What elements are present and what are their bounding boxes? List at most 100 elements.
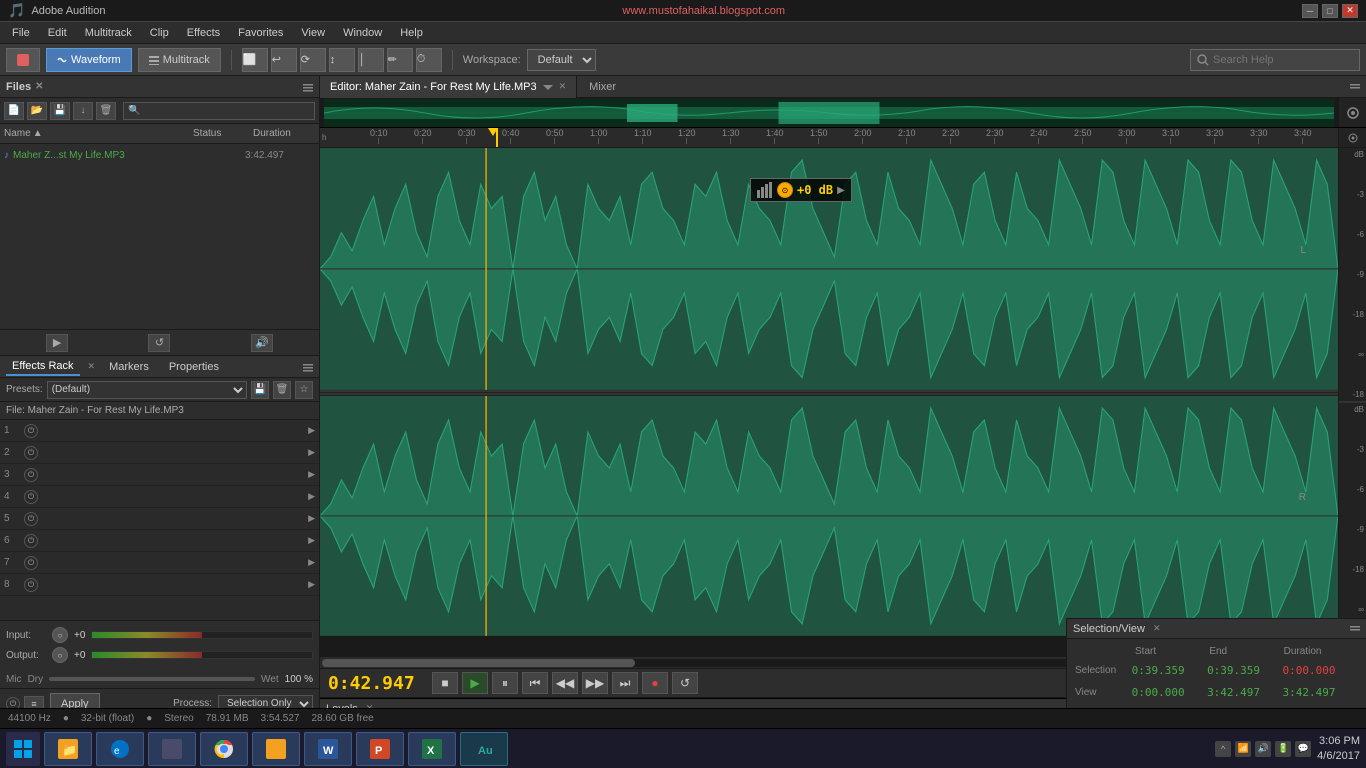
favorite-preset-button[interactable]: ☆ (295, 381, 313, 399)
minimize-button[interactable]: ─ (1302, 4, 1318, 18)
tray-icon-battery[interactable]: 🔋 (1275, 741, 1291, 757)
selection-view-tab[interactable]: Selection/View (1073, 623, 1145, 635)
tool-btn-3[interactable]: ⟳ (300, 48, 326, 72)
tool-btn-1[interactable]: ⬜ (242, 48, 268, 72)
pause-button[interactable]: ⏸ (492, 672, 518, 694)
editor-tab[interactable]: Editor: Maher Zain - For Rest My Life.MP… (320, 76, 577, 98)
menu-favorites[interactable]: Favorites (230, 25, 291, 41)
tray-icon-1[interactable]: ^ (1215, 741, 1231, 757)
editor-tab-close[interactable]: ✕ (559, 81, 567, 92)
files-search-input[interactable] (123, 102, 315, 120)
slot-expand-3[interactable]: ▶ (308, 469, 315, 480)
sv-view-start[interactable]: 0:00.000 (1132, 686, 1207, 699)
taskbar-ie[interactable]: e (96, 732, 144, 766)
play-button[interactable]: ▶ (462, 672, 488, 694)
waveform-channel-right[interactable]: R (320, 396, 1338, 636)
tool-btn-2[interactable]: ↩ (271, 48, 297, 72)
menu-window[interactable]: Window (335, 25, 390, 41)
waveform-button[interactable]: Waveform (46, 48, 132, 72)
save-button[interactable]: 💾 (50, 102, 70, 120)
files-menu-icon[interactable] (303, 82, 313, 92)
timeline-ruler[interactable]: hms 0:100:200:300:400:501:001:101:201:30… (320, 128, 1366, 148)
output-knob[interactable]: ○ (52, 647, 68, 663)
import-button[interactable]: ↓ (73, 102, 93, 120)
play-btn[interactable]: ▶ (46, 334, 68, 352)
effects-menu-icon[interactable] (303, 362, 313, 372)
search-help-input[interactable] (1213, 54, 1353, 66)
close-button[interactable]: ✕ (1342, 4, 1358, 18)
taskbar-app3[interactable] (148, 732, 196, 766)
playhead[interactable] (496, 128, 498, 148)
slot-expand-6[interactable]: ▶ (308, 535, 315, 546)
slot-expand-2[interactable]: ▶ (308, 447, 315, 458)
taskbar-word[interactable]: W (304, 732, 352, 766)
mixer-tab[interactable]: Mixer (577, 76, 628, 98)
menu-effects[interactable]: Effects (179, 25, 228, 41)
loop-transport-button[interactable]: ↺ (672, 672, 698, 694)
menu-file[interactable]: File (4, 25, 38, 41)
properties-tab[interactable]: Properties (163, 359, 225, 375)
tray-icon-network[interactable]: 📶 (1235, 741, 1251, 757)
sv-selection-end[interactable]: 0:39.359 (1207, 664, 1282, 677)
ruler-content[interactable]: 0:100:200:300:400:501:001:101:201:301:40… (326, 128, 1338, 148)
sv-selection-start[interactable]: 0:39.359 (1132, 664, 1207, 677)
files-close-icon[interactable]: ✕ (35, 81, 43, 92)
multitrack-button[interactable]: Multitrack (138, 48, 221, 72)
file-item[interactable]: ♪ Maher Z...st My Life.MP3 3:42.497 (0, 144, 319, 166)
taskbar-excel[interactable]: X (408, 732, 456, 766)
slot-expand-8[interactable]: ▶ (308, 579, 315, 590)
slot-expand-5[interactable]: ▶ (308, 513, 315, 524)
slot-expand-4[interactable]: ▶ (308, 491, 315, 502)
slot-power-5[interactable]: ⏻ (24, 512, 38, 526)
to-end-button[interactable]: ⏭ (612, 672, 638, 694)
slot-expand-1[interactable]: ▶ (308, 425, 315, 436)
menu-clip[interactable]: Clip (142, 25, 177, 41)
menu-multitrack[interactable]: Multitrack (77, 25, 140, 41)
selection-tool[interactable]: │ (358, 48, 384, 72)
tray-icon-volume[interactable]: 🔊 (1255, 741, 1271, 757)
taskbar-explorer[interactable]: 📁 (44, 732, 92, 766)
sv-view-end[interactable]: 3:42.497 (1207, 686, 1282, 699)
open-file-button[interactable]: 📂 (27, 102, 47, 120)
record-button[interactable]: ● (642, 672, 668, 694)
input-knob[interactable]: ○ (52, 627, 68, 643)
taskbar-app5[interactable] (252, 732, 300, 766)
presets-select[interactable]: (Default) (47, 381, 247, 399)
editor-menu-icon[interactable] (1350, 82, 1360, 92)
waveform-channel-left[interactable]: L ⊙ +0 dB ▶ (320, 148, 1338, 392)
slot-power-6[interactable]: ⏻ (24, 534, 38, 548)
effects-rack-tab-close[interactable]: ✕ (88, 361, 96, 372)
search-help-box[interactable] (1190, 49, 1360, 71)
taskbar-ppt[interactable]: P (356, 732, 404, 766)
gain-close-icon[interactable]: ▶ (837, 185, 845, 196)
overview-settings-icon[interactable] (1338, 98, 1366, 128)
maximize-button[interactable]: □ (1322, 4, 1338, 18)
save-preset-button[interactable]: 💾 (251, 381, 269, 399)
to-start-button[interactable]: ⏮ (522, 672, 548, 694)
slot-power-7[interactable]: ⏻ (24, 556, 38, 570)
waveform-display[interactable]: L ⊙ +0 dB ▶ (320, 148, 1338, 656)
taskbar-audition[interactable]: Au (460, 732, 508, 766)
new-file-button[interactable]: 📄 (4, 102, 24, 120)
slot-power-8[interactable]: ⏻ (24, 578, 38, 592)
start-button[interactable] (6, 732, 40, 766)
slot-power-3[interactable]: ⏻ (24, 468, 38, 482)
slot-expand-7[interactable]: ▶ (308, 557, 315, 568)
wet-slider[interactable] (49, 677, 255, 681)
taskbar-chrome[interactable] (200, 732, 248, 766)
delete-file-button[interactable]: 🗑 (96, 102, 116, 120)
loop-btn[interactable]: ↺ (148, 334, 170, 352)
tray-icon-action[interactable]: 💬 (1295, 741, 1311, 757)
slot-power-4[interactable]: ⏻ (24, 490, 38, 504)
markers-tab[interactable]: Markers (103, 359, 155, 375)
menu-help[interactable]: Help (392, 25, 431, 41)
menu-edit[interactable]: Edit (40, 25, 75, 41)
effects-rack-tab[interactable]: Effects Rack (6, 358, 80, 376)
slot-power-2[interactable]: ⏻ (24, 446, 38, 460)
slot-power-1[interactable]: ⏻ (24, 424, 38, 438)
auto-play-btn[interactable]: 🔊 (251, 334, 273, 352)
menu-view[interactable]: View (293, 25, 333, 41)
ruler-settings-icon[interactable] (1338, 128, 1366, 148)
workspace-select[interactable]: Default (527, 49, 596, 71)
sv-menu-icon[interactable] (1350, 624, 1360, 634)
